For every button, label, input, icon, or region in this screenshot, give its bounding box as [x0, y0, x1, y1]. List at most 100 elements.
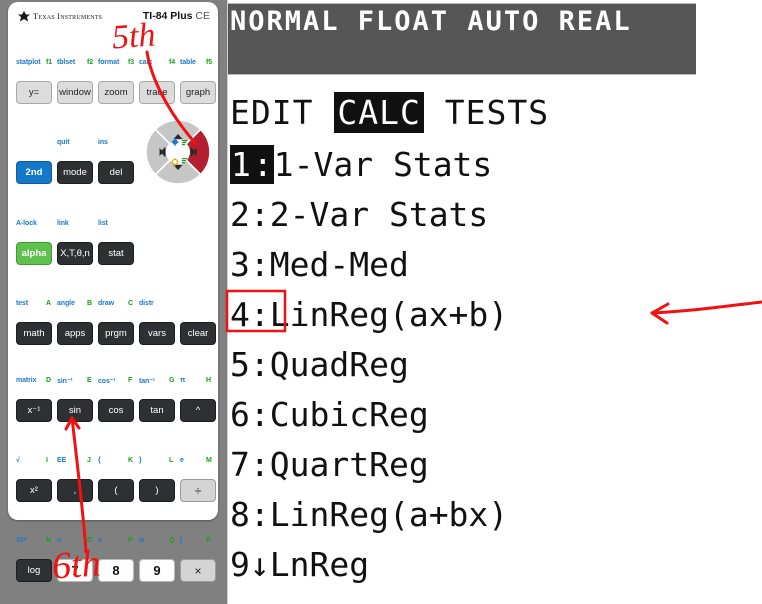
secondary-label-table: table	[180, 59, 196, 66]
key-vars[interactable]: vars	[139, 322, 175, 345]
menu-item-number: 5	[230, 345, 250, 384]
key-stat[interactable]: stat	[98, 242, 134, 265]
secondary-label-e: e	[180, 457, 184, 464]
key-window[interactable]: window	[57, 81, 93, 104]
menu-item-separator: :	[249, 195, 270, 234]
key--[interactable]: (	[98, 479, 134, 502]
menu-item-label: CubicReg	[269, 395, 429, 434]
menu-item-label: LinReg(a+bx)	[269, 495, 509, 534]
row3-keys[interactable]: alpha X,T,θ,n stat	[16, 242, 212, 265]
key-clear[interactable]: clear	[180, 322, 216, 345]
key-9[interactable]: 9	[139, 559, 175, 582]
calc-menu-list[interactable]: 1:1-Var Stats 2:2-Var Stats 3:Med-Med 4:Lin…	[230, 140, 508, 590]
secondary-label-l: L	[169, 457, 174, 464]
menu-item-2-var-stats[interactable]: 2:2-Var Stats	[230, 190, 508, 240]
secondary-label--: √	[16, 457, 20, 464]
key-mode[interactable]: mode	[57, 161, 93, 184]
menu-item-number: 9	[230, 545, 250, 584]
calculator-body: Texas Instruments TI-84 Plus CE statplot…	[8, 2, 218, 582]
menu-item-separator: :	[249, 245, 270, 284]
secondary-label-statplot: statplot	[16, 59, 41, 66]
key-apps[interactable]: apps	[57, 322, 93, 345]
key-zoom[interactable]: zoom	[98, 81, 134, 104]
menu-item-label: 1-Var Stats	[273, 145, 493, 184]
key-x-[interactable]: x⁻¹	[16, 399, 52, 422]
dpad-graphic[interactable]	[145, 119, 211, 185]
menu-item-cubicreg[interactable]: 6:CubicReg	[230, 390, 508, 440]
secondary-label-e: E	[87, 377, 92, 384]
secondary-label-r: R	[206, 537, 211, 544]
key--[interactable]: ÷	[180, 479, 216, 502]
secondary-label--: {	[98, 457, 101, 464]
row5-secondary-labels: matrix Dsin⁻¹ Ecos⁻¹ Ftan⁻¹ Gπ H	[16, 377, 212, 388]
tab-tests[interactable]: TESTS	[445, 93, 549, 132]
key-x-t-n[interactable]: X,T,θ,n	[57, 242, 93, 265]
key--[interactable]: ^	[180, 399, 216, 422]
key-log[interactable]: log	[16, 559, 52, 582]
secondary-label-ee: EE	[57, 457, 67, 464]
secondary-label-f: F	[128, 377, 133, 384]
menu-item-label: LnReg	[269, 545, 370, 584]
secondary-label-calc: calc	[139, 59, 153, 66]
secondary-label-ins: ins	[98, 139, 108, 146]
key-trace[interactable]: trace	[139, 81, 175, 104]
secondary-label-c: C	[128, 300, 133, 307]
menu-item-quadreg[interactable]: 5:QuadReg	[230, 340, 508, 390]
key-tan[interactable]: tan	[139, 399, 175, 422]
key-cos[interactable]: cos	[98, 399, 134, 422]
secondary-label--: π	[180, 377, 186, 384]
secondary-label-h: H	[206, 377, 211, 384]
fn-key-row[interactable]: y= window zoom trace graph	[16, 81, 216, 104]
key-y-[interactable]: y=	[16, 81, 52, 104]
secondary-label--: }	[139, 457, 142, 464]
key-math[interactable]: math	[16, 322, 52, 345]
row3-secondary-labels: A-lock link list	[16, 220, 212, 231]
menu-item-number: 6	[230, 395, 250, 434]
row6-secondary-labels: √ I EE J {K} Le M	[16, 457, 212, 468]
key-sin[interactable]: sin	[57, 399, 93, 422]
directional-pad[interactable]	[145, 119, 211, 185]
tab-calc[interactable]: CALC	[334, 92, 424, 133]
menu-item-label: QuadReg	[269, 345, 409, 384]
key-graph[interactable]: graph	[180, 81, 216, 104]
row4-secondary-labels: test Aangle Bdraw Cdistr	[16, 300, 212, 311]
menu-item-separator: :	[249, 345, 270, 384]
menu-item-number: 3	[230, 245, 250, 284]
key-7[interactable]: 7	[57, 559, 93, 582]
secondary-label-m: M	[206, 457, 212, 464]
screen-tab-bar[interactable]: EDIT CALC TESTS	[230, 92, 549, 133]
secondary-label-k: K	[128, 457, 133, 464]
key-x-[interactable]: x²	[16, 479, 52, 502]
key--[interactable]: )	[139, 479, 175, 502]
menu-item-linreg-a-bx-[interactable]: 8:LinReg(a+bx)	[230, 490, 508, 540]
menu-item-separator: :	[249, 395, 270, 434]
secondary-label-distr: distr	[139, 300, 154, 307]
key-del[interactable]: del	[98, 161, 134, 184]
key-prgm[interactable]: prgm	[98, 322, 134, 345]
menu-item-quartreg[interactable]: 7:QuartReg	[230, 440, 508, 490]
brightness-up-icon	[172, 139, 178, 145]
row7-keys[interactable]: log 7 8 9 ×	[16, 559, 216, 582]
secondary-label-draw: draw	[98, 300, 114, 307]
menu-item-label: LinReg(ax+b)	[269, 295, 509, 334]
secondary-label-tan-: tan⁻¹	[139, 378, 156, 385]
secondary-label-cos-: cos⁻¹	[98, 378, 116, 385]
row4-keys[interactable]: math apps prgm vars clear	[16, 322, 216, 345]
menu-item-lnreg[interactable]: 9↓LnReg	[230, 540, 508, 590]
tab-edit[interactable]: EDIT	[230, 93, 313, 132]
key--[interactable]: ×	[180, 559, 216, 582]
key-2nd[interactable]: 2nd	[16, 161, 52, 184]
key-8[interactable]: 8	[98, 559, 134, 582]
key--[interactable]: ,	[57, 479, 93, 502]
menu-item-med-med[interactable]: 3:Med-Med	[230, 240, 508, 290]
row6-keys[interactable]: x²,() ÷	[16, 479, 216, 502]
secondary-label-n: N	[46, 537, 51, 544]
row5-keys[interactable]: x⁻¹ sin cos tan ^	[16, 399, 216, 422]
menu-item-number: 8	[230, 495, 250, 534]
secondary-label-f1: f1	[46, 59, 53, 66]
menu-item-linreg-ax-b-[interactable]: 4:LinReg(ax+b)	[230, 290, 508, 340]
secondary-label-a: A	[46, 300, 51, 307]
key-alpha[interactable]: alpha	[16, 242, 52, 265]
secondary-label--: [	[180, 537, 183, 544]
menu-item-1-var-stats[interactable]: 1:1-Var Stats	[230, 140, 508, 190]
